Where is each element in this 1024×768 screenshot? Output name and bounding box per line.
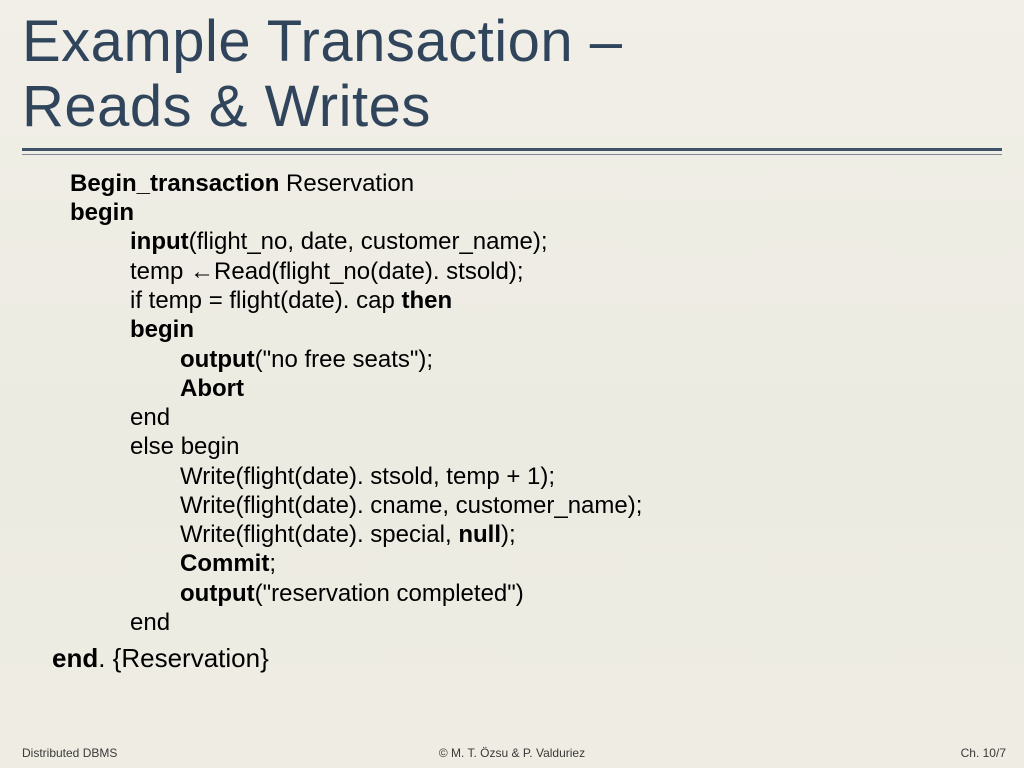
code-line: input(flight_no, date, customer_name); xyxy=(130,227,1002,256)
divider-top xyxy=(22,148,1002,151)
code-block: Begin_transaction Reservation begin inpu… xyxy=(22,169,1002,675)
code-line: temp ←Read(flight_no(date). stsold); xyxy=(130,257,1002,286)
slide-title: Example Transaction – Reads & Writes xyxy=(22,10,1002,140)
divider-bottom xyxy=(22,154,1002,155)
code-line: Write(flight(date). special, null); xyxy=(180,520,1002,549)
footer-right: Ch. 10/7 xyxy=(961,746,1006,760)
code-line: Begin_transaction Reservation xyxy=(70,169,1002,198)
code-line: Write(flight(date). stsold, temp + 1); xyxy=(180,462,1002,491)
title-line-1: Example Transaction – xyxy=(22,9,622,74)
code-line: output("reservation completed") xyxy=(180,579,1002,608)
code-line: end xyxy=(130,608,1002,637)
title-line-2: Reads & Writes xyxy=(22,74,431,139)
code-line: output("no free seats"); xyxy=(180,345,1002,374)
slide: Example Transaction – Reads & Writes Beg… xyxy=(0,0,1024,768)
code-line: Abort xyxy=(180,374,1002,403)
code-line: if temp = flight(date). cap then xyxy=(130,286,1002,315)
code-line: else begin xyxy=(130,432,1002,461)
code-line: begin xyxy=(130,315,1002,344)
code-line: Write(flight(date). cname, customer_name… xyxy=(180,491,1002,520)
code-line: end xyxy=(130,403,1002,432)
footer-center: © M. T. Özsu & P. Valduriez xyxy=(0,746,1024,760)
code-line: begin xyxy=(70,198,1002,227)
code-line: Commit; xyxy=(180,549,1002,578)
code-line-end: end. {Reservation} xyxy=(52,643,1002,675)
